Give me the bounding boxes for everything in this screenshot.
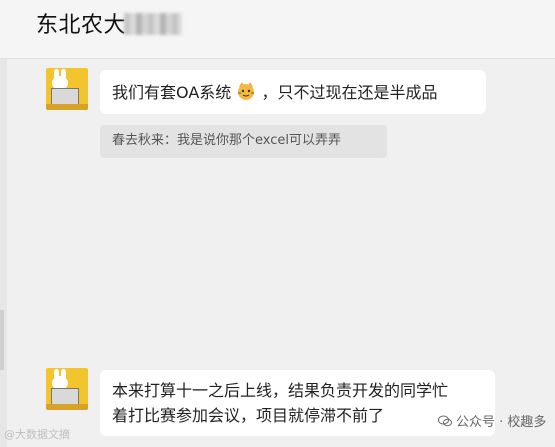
message-line: 本来打算十一之后上线，结果负责开发的同学忙 <box>112 381 449 400</box>
avatar[interactable] <box>46 68 88 110</box>
watermark-left: @大数据文摘 <box>4 428 70 441</box>
message-text: 我们有套OA系统 ，只不过现在还是半成品 <box>112 81 438 102</box>
watermark-right: 公众号 · 校趣多 <box>438 414 546 432</box>
quoted-message[interactable]: 春去秋来：我是说你那个excel可以弄弄 <box>100 125 387 158</box>
avatar[interactable] <box>46 368 88 410</box>
cat-face-emoji-icon <box>236 81 256 101</box>
chat-title-text: 东北农大 <box>36 13 127 38</box>
avatar-desk <box>46 404 88 410</box>
chat-title[interactable]: 东北农大 <box>36 11 183 41</box>
message-bubble[interactable]: 本来打算十一之后上线，结果负责开发的同学忙 着打比赛参加会议，项目就停滞不前了 <box>100 370 495 436</box>
chat-header: 东北农大 <box>0 0 555 59</box>
message-line: 着打比赛参加会议，项目就停滞不前了 <box>112 406 385 425</box>
scrollbar-thumb[interactable] <box>0 310 4 370</box>
wechat-official-account-icon <box>438 415 452 427</box>
title-blur-redaction <box>124 13 183 35</box>
sidebar-edge <box>0 59 7 447</box>
message-bubble[interactable]: 我们有套OA系统 ，只不过现在还是半成品 <box>100 70 486 114</box>
avatar-desk <box>46 104 88 110</box>
